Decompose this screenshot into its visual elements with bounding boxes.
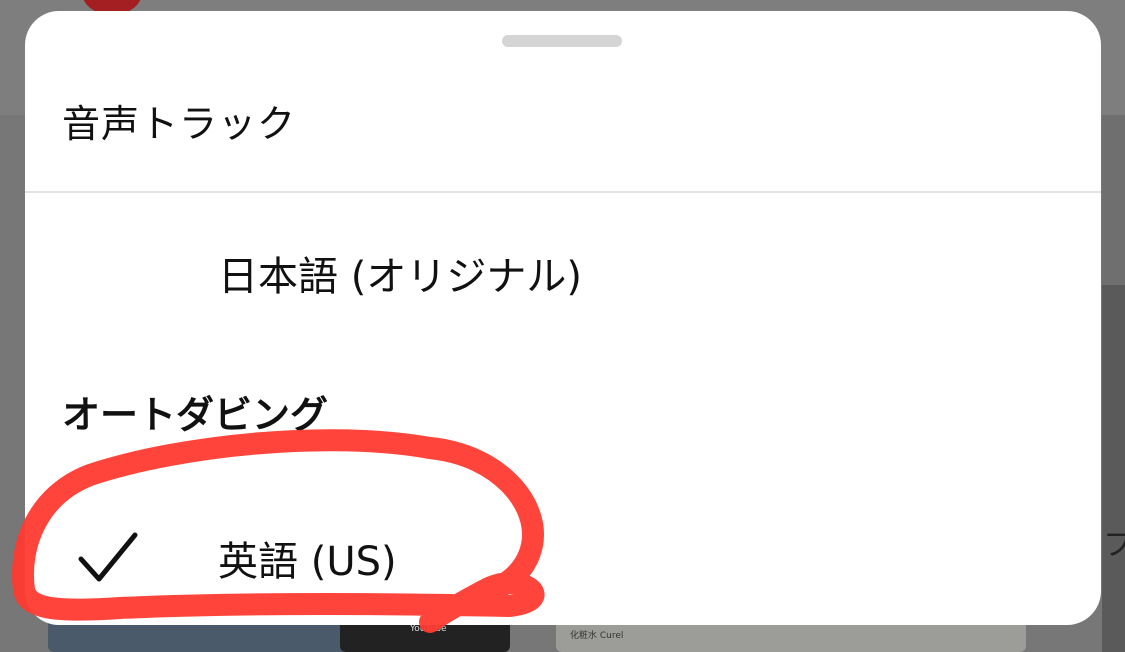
audio-track-sheet: 音声トラック 日本語 (オリジナル) オートダビング 英語 (US)	[25, 11, 1101, 625]
auto-dubbing-section-header: オートダビング	[62, 393, 329, 437]
audio-track-option-original[interactable]: 日本語 (オリジナル)	[25, 236, 1101, 326]
background-right-shade	[1102, 285, 1125, 652]
audio-track-option-english-us[interactable]: 英語 (US)	[25, 511, 1101, 611]
sheet-title: 音声トラック	[62, 102, 297, 146]
divider	[25, 191, 1101, 193]
youtube-logo: YouTube	[410, 624, 447, 634]
background-right-content	[1102, 115, 1125, 652]
sheet-grabber-handle[interactable]	[502, 35, 622, 47]
checkmark-icon	[78, 532, 138, 582]
background-right-text: フ	[1103, 528, 1125, 563]
audio-track-label: 英語 (US)	[218, 539, 397, 585]
thumbnail-caption: 化粧水 Curel	[570, 631, 624, 641]
audio-track-label: 日本語 (オリジナル)	[218, 254, 582, 300]
